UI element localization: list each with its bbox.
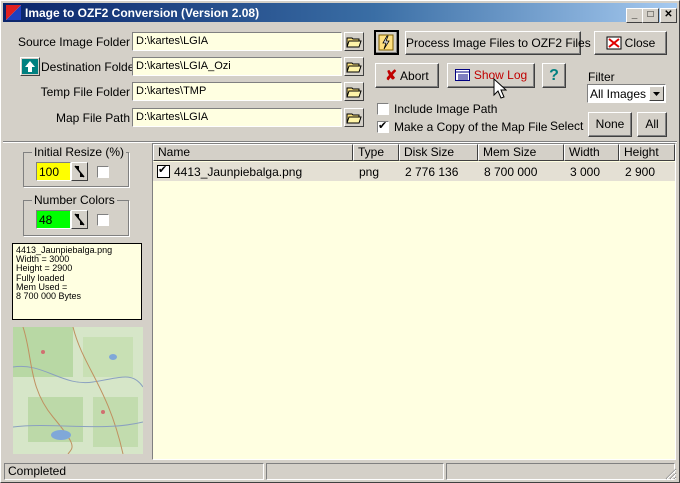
close-button[interactable]: Close	[594, 31, 667, 55]
abort-x-icon: ✘	[385, 67, 398, 83]
initial-resize-title: Initial Resize (%)	[32, 145, 127, 159]
show-log-button[interactable]: Show Log	[447, 63, 535, 88]
number-colors-value: 48	[39, 213, 53, 227]
window-close-button[interactable]: ✕	[660, 8, 677, 23]
temp-folder-label: Temp File Folder	[40, 85, 130, 99]
maximize-button[interactable]: □	[642, 8, 659, 23]
row-width: 3 000	[570, 165, 601, 179]
temp-folder-browse-button[interactable]	[344, 82, 364, 101]
status-panel-3	[446, 463, 675, 480]
chevron-down-icon	[653, 92, 660, 96]
destination-up-button[interactable]	[20, 57, 40, 76]
row-height: 2 900	[625, 165, 656, 179]
number-colors-checkbox[interactable]	[97, 214, 109, 226]
file-list[interactable]: Name Type Disk Size Mem Size Width Heigh…	[152, 143, 676, 460]
copy-map-checkbox[interactable]	[377, 119, 389, 133]
select-all-button[interactable]: All	[637, 112, 667, 137]
abort-button-label: Abort	[400, 69, 429, 83]
up-arrow-icon	[22, 59, 38, 74]
filter-selected-value: All Images	[590, 87, 647, 101]
number-colors-title: Number Colors	[32, 193, 117, 207]
source-folder-input[interactable]: D:\kartes\LGIA	[132, 32, 342, 51]
map-file-path-input[interactable]: D:\kartes\LGIA	[132, 108, 342, 127]
number-colors-spin[interactable]	[71, 210, 88, 229]
row-mem-size: 8 700 000	[484, 165, 538, 179]
column-header-disk-size[interactable]: Disk Size	[399, 144, 478, 161]
column-header-mem-size[interactable]: Mem Size	[478, 144, 564, 161]
image-info-box: 4413_Jaunpiebalga.png Width = 3000 Heigh…	[12, 243, 142, 320]
destination-folder-browse-button[interactable]	[344, 57, 364, 76]
map-file-browse-button[interactable]	[344, 108, 364, 127]
column-header-type[interactable]: Type	[353, 144, 399, 161]
filter-dropdown-arrow[interactable]	[649, 86, 664, 101]
resize-grip-icon[interactable]	[665, 468, 677, 480]
filter-dropdown[interactable]: All Images	[587, 84, 666, 103]
title-bar[interactable]: Image to OZF2 Conversion (Version 2.08) …	[3, 3, 677, 23]
number-colors-input[interactable]: 48	[36, 210, 71, 229]
row-checkbox[interactable]	[157, 163, 170, 178]
app-icon	[6, 5, 21, 20]
initial-resize-checkbox[interactable]	[97, 166, 109, 178]
status-text: Completed	[4, 463, 264, 480]
spin-arrows-icon	[74, 213, 85, 226]
info-mem-value: 8 700 000 Bytes	[16, 291, 82, 302]
help-button[interactable]: ?	[542, 63, 566, 88]
filter-label: Filter	[588, 70, 615, 84]
close-dialog-icon	[606, 36, 622, 50]
folder-open-icon	[346, 37, 362, 48]
status-panel-2	[266, 463, 444, 480]
table-row[interactable]: 4413_Jaunpiebalga.png png 2 776 136 8 70…	[153, 162, 675, 181]
map-file-path-label: Map File Path	[55, 111, 130, 125]
window-title: Image to OZF2 Conversion (Version 2.08)	[25, 6, 260, 20]
destination-folder-label: Destination Folder	[41, 60, 139, 74]
row-disk-size: 2 776 136	[405, 165, 459, 179]
destination-folder-input[interactable]: D:\kartes\LGIA_Ozi	[132, 57, 342, 76]
map-preview-thumbnail	[13, 327, 143, 454]
initial-resize-spin[interactable]	[71, 162, 88, 181]
minimize-button[interactable]: _	[626, 8, 643, 23]
select-none-button[interactable]: None	[588, 112, 632, 137]
include-path-checkbox[interactable]	[377, 103, 389, 115]
row-name: 4413_Jaunpiebalga.png	[174, 165, 303, 179]
convert-icon-button[interactable]	[374, 30, 399, 55]
folder-open-icon	[346, 62, 362, 73]
include-path-label: Include Image Path	[394, 102, 498, 116]
mouse-cursor-icon	[493, 78, 507, 99]
initial-resize-input[interactable]: 100	[36, 162, 71, 181]
log-list-icon	[454, 69, 470, 81]
folder-open-icon	[346, 113, 362, 124]
close-button-label: Close	[624, 36, 656, 50]
select-label: Select	[550, 119, 584, 133]
initial-resize-value: 100	[39, 165, 60, 179]
copy-map-label: Make a Copy of the Map File	[394, 120, 548, 134]
process-files-button[interactable]: Process Image Files to OZF2 Files	[405, 31, 591, 55]
source-folder-browse-button[interactable]	[344, 32, 364, 51]
abort-button[interactable]: ✘ Abort	[375, 63, 439, 88]
spin-arrows-icon	[74, 165, 85, 178]
folder-open-icon	[346, 87, 362, 98]
row-type: png	[359, 165, 380, 179]
column-header-height[interactable]: Height	[619, 144, 675, 161]
lightning-icon	[378, 34, 394, 51]
column-header-width[interactable]: Width	[564, 144, 619, 161]
main-window: Image to OZF2 Conversion (Version 2.08) …	[0, 0, 680, 483]
column-header-name[interactable]: Name	[153, 144, 353, 161]
source-folder-label: Source Image Folder	[17, 35, 130, 49]
temp-folder-input[interactable]: D:\kartes\TMP	[132, 82, 342, 101]
